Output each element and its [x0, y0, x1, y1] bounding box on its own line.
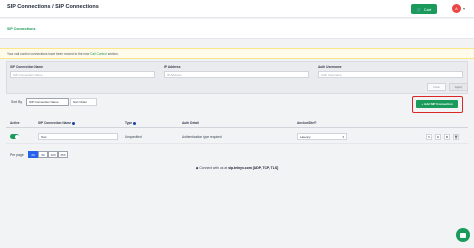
footer: ◆ Connect with us at sip.telnyx.com [UDP…	[0, 166, 474, 170]
auth-filter-input[interactable]: Auth Username	[318, 71, 463, 78]
per-page-option[interactable]: 50	[38, 151, 48, 158]
header-active: Active	[10, 121, 20, 125]
anchorsite-value: Latency	[300, 135, 311, 139]
edit-icon[interactable]: ✎	[426, 134, 432, 140]
copy-icon[interactable]: ⧉	[435, 134, 441, 140]
chat-icon	[460, 232, 466, 238]
auth-filter-label: Auth Username	[318, 65, 342, 69]
delete-icon[interactable]: 🗑	[453, 134, 459, 140]
active-toggle[interactable]	[10, 134, 19, 139]
per-page-option[interactable]: 20	[28, 151, 38, 158]
header-auth-detail: Auth Detail	[182, 121, 199, 125]
chevron-down-icon[interactable]: ▾	[463, 6, 465, 11]
notice-banner: Your call control connections have been …	[0, 48, 474, 59]
notice-suffix: section.	[107, 52, 119, 56]
top-bar: SIP Connections / SIP Connections 🛒 Cart…	[0, 0, 474, 18]
call-control-link[interactable]: Call Control	[90, 52, 107, 56]
info-icon	[133, 121, 137, 125]
table-row: Test Unspecified Authentication type req…	[6, 130, 468, 144]
breadcrumb: SIP Connections / SIP Connections	[7, 4, 99, 10]
connect-icon: ◆	[195, 166, 199, 170]
tab-sip-connections[interactable]: SIP Connections	[7, 27, 36, 31]
ip-filter-label: IP Address	[164, 65, 181, 69]
header-anchorsite: AnchorSite®	[297, 121, 317, 125]
ip-filter-input[interactable]: IP Address	[164, 71, 309, 78]
footer-prefix: Connect with us at	[199, 166, 228, 170]
cart-icon: 🛒	[416, 6, 422, 12]
auth-detail-cell: Authentication type required	[182, 135, 222, 139]
notice-text: Your call control connections have been …	[7, 52, 90, 56]
per-page-option[interactable]: 100	[48, 151, 58, 158]
apply-button[interactable]: Apply	[449, 83, 468, 91]
chevron-down-icon: ▾	[342, 135, 344, 139]
header-type: Type	[125, 121, 137, 125]
cart-button[interactable]: 🛒 Cart	[411, 4, 437, 14]
sort-by-select[interactable]: SIP Connection Name	[26, 98, 69, 106]
clear-label: Clear	[432, 85, 441, 89]
add-sip-connection-button[interactable]: + Add SIP Connection	[416, 100, 458, 108]
anchorsite-select[interactable]: Latency ▾	[297, 133, 347, 140]
avatar[interactable]: A	[452, 4, 461, 13]
table-header: Active SIP Connection Name Type Auth Det…	[6, 118, 468, 128]
cart-label: Cart	[423, 6, 432, 12]
name-filter-label: SIP Connection Name	[10, 65, 44, 69]
header-name-label: SIP Connection Name	[38, 121, 72, 125]
sort-order-select[interactable]: Sort Order	[70, 98, 97, 106]
header-type-label: Type	[125, 121, 133, 125]
chat-button[interactable]	[456, 228, 470, 242]
filter-panel: SIP Connection Name SIP Connection Name …	[6, 61, 468, 94]
per-page-label: Per page	[10, 153, 24, 157]
connection-name-input[interactable]: Test	[38, 133, 118, 140]
apply-label: Apply	[454, 85, 463, 89]
sort-label: Sort By	[11, 100, 23, 104]
tab-bar: SIP Connections	[0, 19, 474, 39]
info-icon	[72, 121, 76, 125]
clear-button[interactable]: Clear	[427, 83, 446, 91]
name-filter-input[interactable]: SIP Connection Name	[10, 71, 155, 78]
add-button-label: Add SIP Connection	[423, 102, 453, 106]
settings-icon[interactable]: ⚙	[444, 134, 450, 140]
add-button-highlight: + Add SIP Connection	[412, 96, 463, 113]
footer-ports: [UDP, TCP, TLS]	[252, 166, 279, 170]
per-page-option[interactable]: 250	[58, 151, 68, 158]
footer-host[interactable]: sip.telnyx.com	[228, 166, 252, 170]
header-name[interactable]: SIP Connection Name	[38, 121, 76, 125]
type-cell: Unspecified	[125, 135, 142, 139]
